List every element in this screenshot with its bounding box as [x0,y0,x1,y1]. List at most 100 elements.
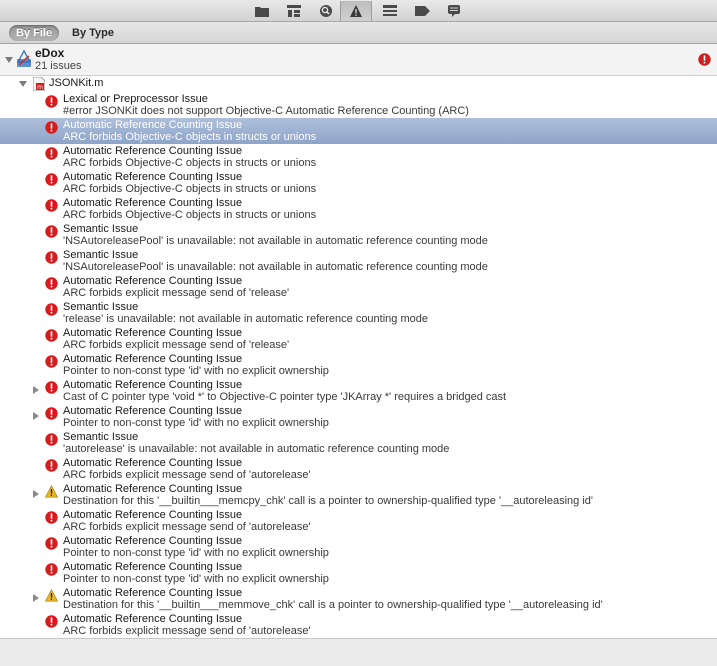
warning-icon [44,484,59,498]
error-icon [45,199,58,212]
issue-title: Automatic Reference Counting Issue [63,561,243,573]
issue-title: Automatic Reference Counting Issue [63,145,243,157]
issue-row[interactable]: Semantic Issue 'NSAutoreleasePool' is una… [0,222,717,248]
error-icon [45,329,58,342]
issue-message: Pointer to non-const type 'id' with no e… [63,365,329,377]
list-icon[interactable] [382,3,398,19]
issue-title: Automatic Reference Counting Issue [63,613,243,625]
issue-title: Automatic Reference Counting Issue [63,405,243,417]
issue-message: 'NSAutoreleasePool' is unavailable: not … [63,261,488,273]
issue-title: Automatic Reference Counting Issue [63,483,243,495]
issue-row[interactable]: Automatic Reference Counting Issue Pointe… [0,404,717,430]
error-icon [45,95,58,108]
error-icon [45,173,58,186]
issue-title: Automatic Reference Counting Issue [63,587,243,599]
issue-row[interactable]: Automatic Reference Counting Issue Cast o… [0,378,717,404]
issue-row[interactable]: Automatic Reference Counting Issue Pointe… [0,534,717,560]
issue-row[interactable]: Automatic Reference Counting Issue ARC fo… [0,118,717,144]
issue-message: ARC forbids explicit message send of 're… [63,339,290,351]
folder-icon[interactable] [254,3,270,19]
issue-row[interactable]: Automatic Reference Counting Issue Pointe… [0,560,717,586]
issue-row[interactable]: Automatic Reference Counting Issue ARC fo… [0,196,717,222]
issue-title: Automatic Reference Counting Issue [63,535,243,547]
bottom-bar [0,638,717,666]
warning-icon [44,588,59,602]
issue-title: Automatic Reference Counting Issue [63,119,243,131]
issue-message: 'release' is unavailable: not available … [63,313,428,325]
error-icon [45,251,58,264]
issue-row[interactable]: Automatic Reference Counting Issue Pointe… [0,352,717,378]
objc-file-icon: m [32,76,46,92]
issue-disclosure-triangle[interactable] [33,490,39,498]
error-icon [45,225,58,238]
error-icon [45,615,58,628]
issue-row[interactable]: Semantic Issue'autorelease' is unavailab… [0,430,717,456]
navigator-toolbar [0,0,717,22]
issue-message: Cast of C pointer type 'void *' to Objec… [63,391,507,403]
by-type-button[interactable]: By Type [65,25,121,41]
by-file-button[interactable]: By File [9,25,60,41]
project-error-icon [698,53,711,66]
issue-message: Pointer to non-const type 'id' with no e… [63,573,329,585]
project-name: eDox [35,46,65,60]
issue-title: Semantic Issue [63,249,139,261]
error-icon [45,433,58,446]
error-icon [45,303,58,316]
issue-row[interactable]: Automatic Reference Counting Issue ARC fo… [0,274,717,300]
issue-row[interactable]: Automatic Reference Counting Issue ARC fo… [0,326,717,352]
hierarchy-icon[interactable] [286,3,302,19]
error-icon [45,381,58,394]
issue-disclosure-triangle[interactable] [33,412,39,420]
svg-text:m: m [37,84,43,91]
issue-disclosure-triangle[interactable] [33,386,39,394]
issue-disclosure-triangle[interactable] [33,594,39,602]
issue-title: Automatic Reference Counting Issue [63,379,243,391]
issue-row[interactable]: Automatic Reference Counting Issue Destin… [0,482,717,508]
search-icon[interactable] [318,3,334,19]
file-row[interactable]: m JSONKit.m [0,76,717,92]
issue-row[interactable]: Automatic Reference Counting Issue ARC fo… [0,612,717,638]
issue-row[interactable]: Automatic Reference Counting Issue ARC fo… [0,456,717,482]
scope-bar: By File By Type [0,22,717,44]
error-icon [45,355,58,368]
error-icon [45,277,58,290]
issue-title: Automatic Reference Counting Issue [63,197,243,209]
issue-title: Automatic Reference Counting Issue [63,275,243,287]
issue-message: Pointer to non-const type 'id' with no e… [63,547,329,559]
issue-title: Semantic Issue [63,223,139,235]
issue-title: Lexical or Preprocessor Issue [63,93,208,105]
issue-list: eDox 21 issues m JSONKit.m Lexical or Pr… [0,44,717,638]
issue-message: ARC forbids explicit message send of 're… [63,287,290,299]
issue-row[interactable]: Lexical or Preprocessor Issue #error JSON… [0,92,717,118]
xcode-project-icon [16,49,32,68]
issue-message: ARC forbids Objective-C objects in struc… [63,157,317,169]
tag-icon[interactable] [414,3,430,19]
issue-row[interactable]: Automatic Reference Counting Issue ARC fo… [0,170,717,196]
error-icon [45,121,58,134]
issue-row[interactable]: Automatic Reference Counting Issue ARC fo… [0,144,717,170]
issue-message: Destination for this '__builtin___memcpy… [63,495,593,507]
error-icon [45,563,58,576]
issue-title: Semantic Issue [63,431,139,443]
issue-message: ARC forbids explicit message send of 'au… [63,625,311,637]
issue-message: ARC forbids explicit message send of 'au… [63,521,311,533]
issue-title: Automatic Reference Counting Issue [63,353,243,365]
file-name: JSONKit.m [49,77,104,89]
project-row[interactable]: eDox 21 issues [0,44,717,76]
issue-title: Automatic Reference Counting Issue [63,509,243,521]
warning-icon[interactable] [348,3,364,19]
issue-message: 'autorelease' is unavailable: not availa… [63,443,450,455]
project-disclosure-triangle[interactable] [5,57,13,63]
issue-row[interactable]: Automatic Reference Counting Issue ARC fo… [0,508,717,534]
error-icon [45,537,58,550]
issue-message: ARC forbids explicit message send of 'au… [63,469,311,481]
issue-message: Destination for this '__builtin___memmov… [63,599,603,611]
issue-row[interactable]: Automatic Reference Counting Issue Destin… [0,586,717,612]
issue-row[interactable]: Semantic Issue'release' is unavailable: … [0,300,717,326]
speech-bubble-icon[interactable] [446,3,462,19]
issue-row[interactable]: Semantic Issue 'NSAutoreleasePool' is una… [0,248,717,274]
issue-message: ARC forbids Objective-C objects in struc… [63,183,317,195]
file-disclosure-triangle[interactable] [19,81,27,87]
issue-title: Automatic Reference Counting Issue [63,457,243,469]
issue-message: Pointer to non-const type 'id' with no e… [63,417,329,429]
